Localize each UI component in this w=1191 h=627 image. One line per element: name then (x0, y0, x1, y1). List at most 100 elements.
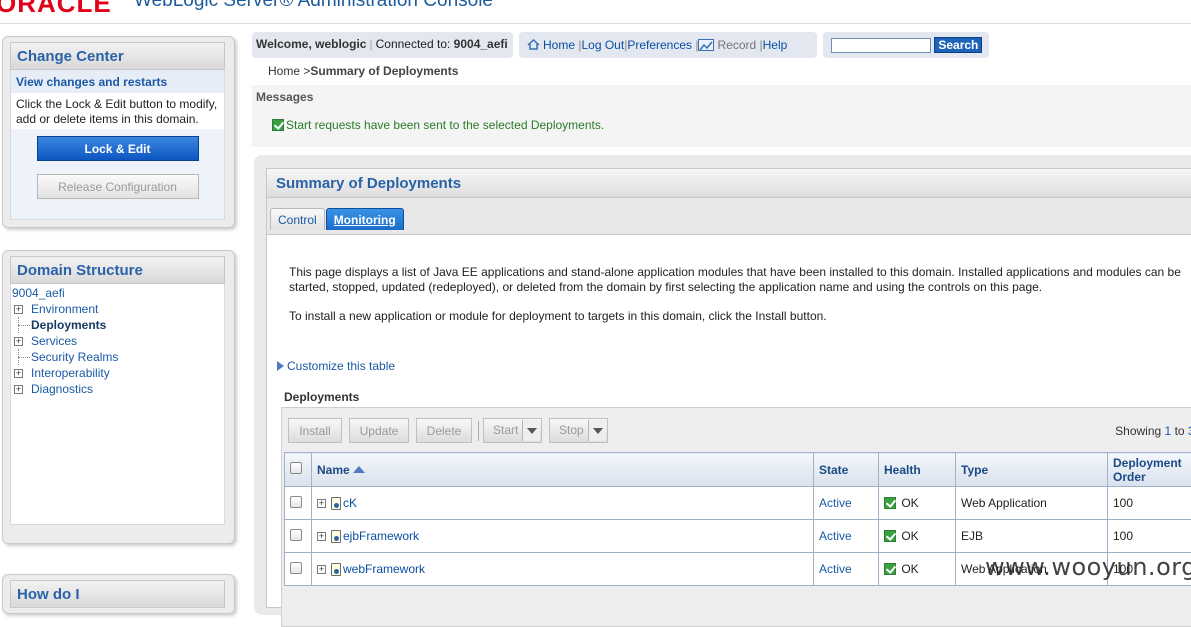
deployment-order-cell: 100 (1108, 520, 1191, 553)
expand-icon[interactable]: + (14, 337, 23, 346)
release-configuration-button[interactable]: Release Configuration (37, 174, 199, 199)
delete-button[interactable]: Delete (416, 418, 472, 443)
tree-item-label: Environment (31, 302, 98, 316)
health-text: OK (901, 529, 918, 543)
change-center-panel: Change Center View changes and restarts … (2, 36, 235, 228)
how-do-i-panel: How do I (2, 574, 235, 614)
deployments-table-container: Install Update Delete Start Stop Showing… (281, 407, 1191, 627)
messages-area: Messages Start requests have been sent t… (252, 85, 1191, 147)
tab-monitoring[interactable]: Monitoring (326, 208, 404, 230)
breadcrumb-current: Summary of Deployments (310, 64, 458, 78)
home-link[interactable]: Home (543, 38, 575, 52)
intro-text: This page displays a list of Java EE app… (289, 265, 1191, 338)
change-center-description: Click the Lock & Edit button to modify, … (11, 93, 224, 129)
connected-label: Connected to: (376, 37, 451, 51)
success-check-icon (272, 119, 284, 131)
summary-title: Summary of Deployments (267, 169, 1191, 198)
expand-icon[interactable]: + (14, 305, 23, 314)
state-link[interactable]: Active (819, 529, 852, 543)
deployment-name-link[interactable]: cK (343, 496, 357, 510)
state-link[interactable]: Active (819, 496, 852, 510)
tree-root-domain[interactable]: 9004_aefi (11, 285, 224, 301)
row-checkbox[interactable] (290, 496, 302, 508)
logout-link[interactable]: Log Out (581, 38, 624, 52)
deployment-name-link[interactable]: ejbFramework (343, 529, 419, 543)
deployment-order-cell: 100 (1108, 487, 1191, 520)
sort-ascending-icon[interactable] (353, 466, 365, 473)
expand-icon[interactable]: + (14, 385, 23, 394)
install-button[interactable]: Install (288, 418, 342, 443)
pagination-info: Showing 1 to 3 of 3 (1115, 424, 1191, 438)
web-application-icon (331, 497, 341, 510)
change-center-body: View changes and restarts Click the Lock… (10, 70, 225, 220)
health-ok-icon (884, 530, 896, 542)
search-input[interactable] (831, 38, 931, 53)
deployments-title: Deployments (284, 390, 359, 404)
watermark: www.wooyun.org (985, 553, 1191, 581)
tree-item-interoperability[interactable]: + Interoperability (11, 365, 224, 381)
change-center-title: Change Center (10, 42, 225, 70)
search-box: Search (823, 32, 989, 58)
select-all-checkbox[interactable] (290, 462, 302, 474)
tree-item-label: Security Realms (31, 350, 118, 364)
search-button[interactable]: Search (934, 37, 982, 53)
column-header-deployment-order[interactable]: Deployment Order (1108, 453, 1191, 487)
messages-title: Messages (256, 90, 313, 104)
tab-control[interactable]: Control (270, 208, 325, 230)
lock-edit-button[interactable]: Lock & Edit (37, 136, 199, 161)
start-button[interactable]: Start (483, 418, 542, 443)
customize-table-link[interactable]: Customize this table (277, 359, 395, 373)
connected-domain: 9004_aefi (454, 37, 508, 51)
oracle-logo: ORACLE (0, 0, 112, 19)
tree-item-diagnostics[interactable]: + Diagnostics (11, 381, 224, 397)
web-application-icon (331, 563, 341, 576)
breadcrumb: Home >Summary of Deployments (268, 64, 458, 78)
table-row: +cK Active OK Web Application 100 (285, 487, 1191, 520)
deployment-name-link[interactable]: webFramework (343, 562, 425, 576)
welcome-text: Welcome, weblogic (256, 37, 366, 51)
tree-item-services[interactable]: + Services (11, 333, 224, 349)
summary-of-deployments: Summary of Deployments ControlMonitoring… (266, 168, 1191, 608)
column-header-health[interactable]: Health (879, 453, 956, 487)
column-header-state[interactable]: State (814, 453, 879, 487)
tree-item-deployments[interactable]: Deployments (11, 317, 224, 333)
preferences-link[interactable]: Preferences (627, 38, 692, 52)
breadcrumb-home[interactable]: Home (268, 64, 300, 78)
table-actions: Install Update Delete Start Stop Showing… (288, 418, 1191, 444)
update-button[interactable]: Update (349, 418, 409, 443)
column-header-name[interactable]: Name (312, 453, 814, 487)
table-header-row: Name State Health Type Deployment Order (285, 453, 1191, 487)
stop-button[interactable]: Stop (549, 418, 608, 443)
start-dropdown-icon[interactable] (522, 420, 540, 441)
tree-item-environment[interactable]: + Environment (11, 301, 224, 317)
tree-item-label: Services (31, 334, 77, 348)
ejb-module-icon (331, 530, 341, 543)
record-link[interactable]: Record (717, 38, 756, 52)
expand-icon[interactable]: + (317, 565, 326, 574)
domain-structure-panel: Domain Structure 9004_aefi + Environment… (2, 250, 235, 544)
domain-tree: 9004_aefi + Environment Deployments + Se… (10, 284, 225, 525)
domain-structure-title: Domain Structure (10, 256, 225, 284)
view-changes-link[interactable]: View changes and restarts (11, 70, 224, 93)
health-ok-icon (884, 497, 896, 509)
table-row: +ejbFramework Active OK EJB 100 (285, 520, 1191, 553)
row-checkbox[interactable] (290, 562, 302, 574)
tree-item-security-realms[interactable]: Security Realms (11, 349, 224, 365)
deployments-section: Deployments Install Update Delete Start … (281, 379, 1191, 619)
help-link[interactable]: Help (763, 38, 788, 52)
how-do-i-title[interactable]: How do I (10, 580, 225, 608)
change-center-buttons: Lock & Edit Release Configuration (11, 129, 224, 199)
state-link[interactable]: Active (819, 562, 852, 576)
expand-icon[interactable]: + (317, 499, 326, 508)
stop-dropdown-icon[interactable] (588, 420, 606, 441)
success-message: Start requests have been sent to the sel… (272, 118, 604, 132)
welcome-box: Welcome, weblogic|Connected to: 9004_aef… (252, 32, 513, 58)
expand-triangle-icon (277, 361, 284, 371)
tree-item-label: Interoperability (31, 366, 110, 380)
row-checkbox[interactable] (290, 529, 302, 541)
message-text: Start requests have been sent to the sel… (286, 118, 604, 132)
column-header-type[interactable]: Type (956, 453, 1108, 487)
global-nav: Home |Log Out|Preferences |Record |Help (519, 32, 817, 58)
expand-icon[interactable]: + (14, 369, 23, 378)
expand-icon[interactable]: + (317, 532, 326, 541)
